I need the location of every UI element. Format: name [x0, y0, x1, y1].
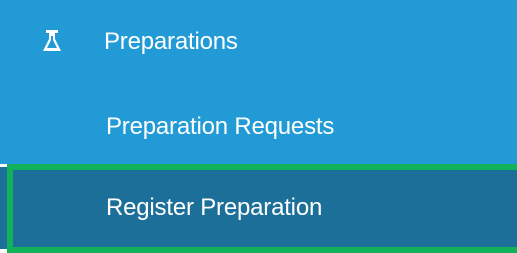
sidebar-section-label: Preparations: [104, 28, 238, 55]
sidebar-menu: Preparations Preparation Requests: [0, 0, 517, 164]
sidebar-item-register-preparation[interactable]: Register Preparation: [0, 167, 517, 249]
sidebar-item-preparation-requests[interactable]: Preparation Requests: [0, 84, 517, 164]
sidebar-item-label: Preparation Requests: [106, 113, 335, 140]
sidebar-section-preparations[interactable]: Preparations: [0, 0, 517, 84]
flask-icon: [42, 29, 62, 53]
sidebar-item-label: Register Preparation: [106, 194, 323, 221]
sidebar-nav: Preparations Preparation Requests Regist…: [0, 0, 517, 253]
